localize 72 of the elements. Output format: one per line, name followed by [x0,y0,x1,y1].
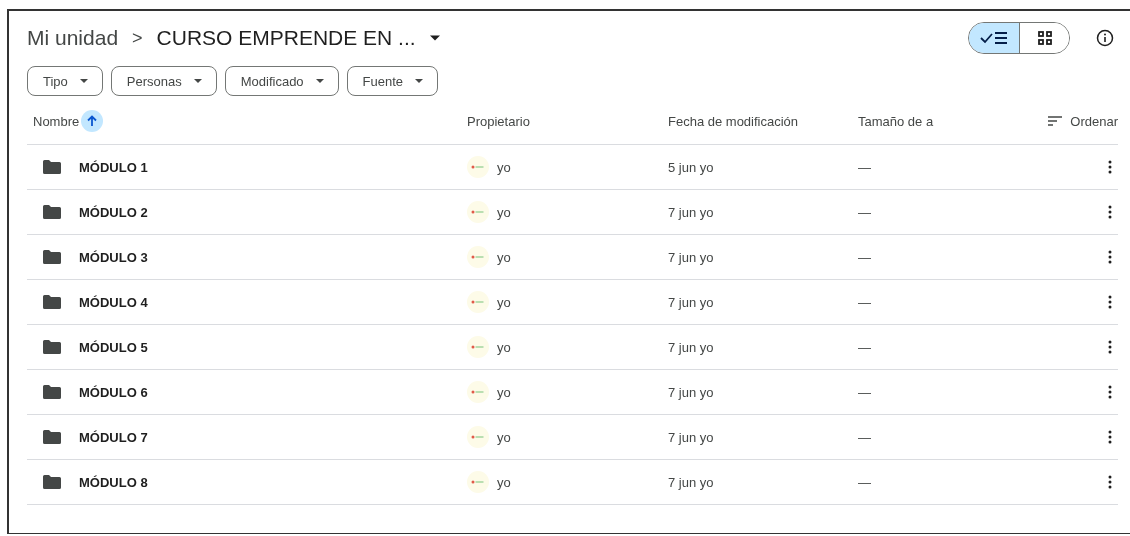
column-header[interactable]: Nombre [33,113,80,129]
owner-text: yo [497,249,511,265]
caret-icon [415,79,424,83]
modified-date: 5 jun yo [668,160,714,175]
folder-icon [43,160,61,174]
file-size: — [858,205,871,220]
filter-chip[interactable]: Modificado [224,66,339,96]
caret-icon [193,79,202,83]
filter-chip[interactable]: Fuente [346,66,439,96]
modified-date: 7 jun yo [668,475,714,490]
info-icon[interactable] [1096,29,1114,47]
folder-icon [43,205,61,219]
folder-icon [43,475,61,489]
folder-name[interactable]: MÓDULO 1 [79,159,148,175]
folder-name[interactable]: MÓDULO 7 [79,429,148,445]
folder-name[interactable]: MÓDULO 3 [79,249,148,265]
folder-title[interactable]: CURSO EMPRENDE EN ... [156,26,416,50]
owner-text: yo [497,204,511,220]
modified-date: 7 jun yo [668,205,714,220]
folder-icon [43,250,61,264]
owner-text: yo [497,159,511,175]
filter-chip[interactable]: Personas [110,66,217,96]
folder-name[interactable]: MÓDULO 5 [79,339,148,355]
list-view-icon [979,30,1009,46]
owner-text: yo [497,384,511,400]
file-size: — [858,430,871,445]
owner-text: yo [497,294,511,310]
folder-icon [43,295,61,309]
list-view-button[interactable] [969,23,1019,53]
breadcrumb-link[interactable]: Mi unidad [27,26,119,50]
grid-view-button[interactable] [1019,23,1069,53]
breadcrumb-separator: > [132,27,143,49]
column-header[interactable]: Propietario [467,114,530,129]
file-size: — [858,475,871,490]
caret-icon [79,79,88,83]
avatar-icon [467,336,489,358]
file-size: — [858,250,871,265]
modified-date: 7 jun yo [668,295,714,310]
avatar-icon [467,471,489,493]
avatar-icon [467,201,489,223]
avatar-icon [467,246,489,268]
owner-text: yo [497,474,511,490]
sort-ascending-icon[interactable] [81,110,104,132]
sort-icon [1048,116,1063,126]
folder-name[interactable]: MÓDULO 2 [79,204,148,220]
avatar-icon [467,381,489,403]
folder-name[interactable]: MÓDULO 8 [79,474,148,490]
caret-icon [315,79,324,83]
modified-date: 7 jun yo [668,385,714,400]
sort-button[interactable]: Ordenar [1048,113,1118,129]
modified-date: 7 jun yo [668,340,714,355]
file-size: — [858,295,871,310]
folder-icon [43,340,61,354]
avatar-icon [467,426,489,448]
column-header[interactable]: Tamaño de a [858,114,934,129]
folder-icon [43,430,61,444]
owner-text: yo [497,429,511,445]
file-size: — [858,385,871,400]
file-size: — [858,160,871,175]
owner-text: yo [497,339,511,355]
folder-name[interactable]: MÓDULO 4 [79,294,148,310]
filter-chip[interactable]: Tipo [27,66,103,96]
file-size: — [858,340,871,355]
avatar-icon [467,156,489,178]
modified-date: 7 jun yo [668,430,714,445]
grid-view-icon [1037,31,1052,45]
avatar-icon [467,291,489,313]
modified-date: 7 jun yo [668,250,714,265]
column-header[interactable]: Fecha de modificación [668,114,799,129]
caret-icon [429,35,440,41]
folder-name[interactable]: MÓDULO 6 [79,384,148,400]
folder-icon [43,385,61,399]
